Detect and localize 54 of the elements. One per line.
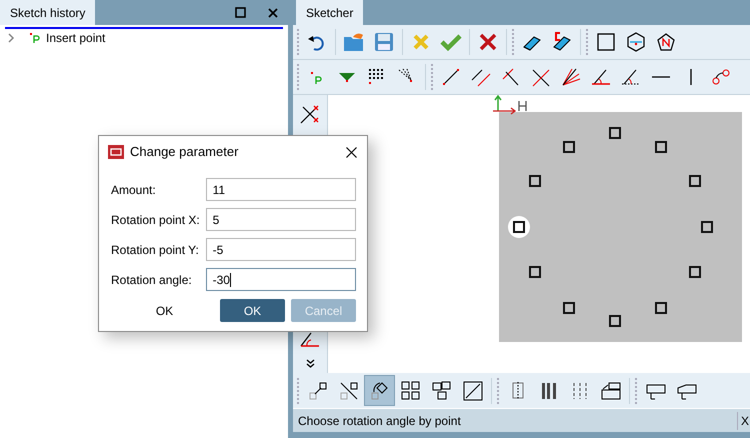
pentagon-icon[interactable]	[655, 31, 677, 53]
point-marker	[513, 221, 525, 233]
angle-tool-icon[interactable]	[299, 331, 321, 347]
field-label: Rotation point X:	[111, 212, 201, 228]
panel-tab[interactable]: Sketch history	[0, 0, 96, 25]
point-marker	[689, 266, 701, 278]
point-marker	[563, 302, 575, 314]
line-icon[interactable]	[440, 66, 462, 88]
field-label: Amount:	[111, 182, 157, 198]
move-icon	[306, 380, 328, 402]
input-field[interactable]: -30	[206, 268, 356, 291]
history-item[interactable]: Insert point	[46, 29, 106, 47]
trim-tool-icon[interactable]	[299, 103, 321, 125]
cross-icon[interactable]	[477, 31, 499, 53]
status-message: Choose rotation angle by point	[297, 412, 461, 430]
copy-grid-icon	[400, 380, 422, 402]
point-icon	[30, 33, 40, 43]
point-marker	[655, 302, 667, 314]
point-marker	[529, 266, 541, 278]
dialog-title: Change parameter	[130, 143, 240, 162]
move-icon	[338, 380, 360, 402]
point-marker	[655, 141, 667, 153]
input-field[interactable]: 11	[206, 178, 356, 201]
field-label: Rotation angle:	[111, 272, 193, 288]
eraser-icon[interactable]	[551, 31, 573, 53]
hexagon-icon[interactable]	[625, 31, 647, 53]
panel-tab[interactable]: Sketcher	[296, 0, 364, 25]
input-field[interactable]: -5	[206, 238, 356, 261]
point-marker	[609, 315, 621, 327]
maximize-icon[interactable]	[235, 7, 246, 18]
rotate-icon	[368, 380, 390, 402]
point-marker	[563, 141, 575, 153]
point-marker	[609, 127, 621, 139]
point-marker	[529, 175, 541, 187]
square-icon[interactable]	[595, 31, 617, 53]
scale-icon	[462, 380, 484, 402]
ok-link[interactable]: OK	[111, 302, 218, 320]
point-marker	[689, 175, 701, 187]
input-field[interactable]: 5	[206, 208, 356, 231]
line-fan-icon[interactable]	[560, 66, 582, 88]
point-marker	[701, 221, 713, 233]
tool-button[interactable]	[364, 375, 395, 406]
expander-icon[interactable]	[6, 33, 16, 43]
field-label: Rotation point Y:	[111, 242, 200, 258]
text-box-icon	[600, 380, 622, 402]
save-icon[interactable]	[373, 31, 395, 53]
copy-icon	[430, 380, 452, 402]
close-icon[interactable]	[268, 8, 278, 18]
coordinate-readout: X	[736, 412, 750, 430]
folder-icon[interactable]	[343, 31, 365, 53]
close-icon[interactable]	[346, 146, 357, 158]
chevron-down-icon[interactable]	[306, 359, 314, 368]
ok-button[interactable]: OK	[220, 299, 285, 322]
app-icon	[108, 145, 124, 159]
